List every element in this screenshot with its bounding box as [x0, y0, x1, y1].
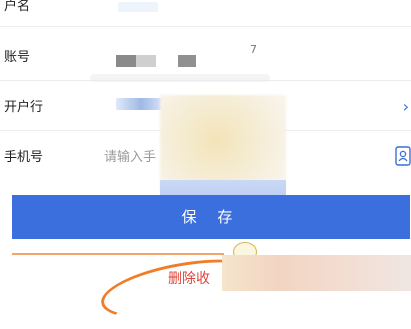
- account-name-row: 户名: [0, 0, 411, 20]
- masked-digits: [178, 55, 196, 67]
- contact-book-icon[interactable]: [395, 146, 411, 166]
- masked-digits: [136, 55, 156, 67]
- chevron-right-icon[interactable]: ›: [403, 98, 409, 116]
- bank-value: [116, 98, 166, 110]
- account-name-label: 户名: [4, 0, 31, 14]
- divider: [0, 80, 411, 81]
- account-number-fragment: 7: [250, 43, 257, 56]
- bank-label: 开户行: [4, 100, 44, 115]
- divider: [0, 26, 411, 27]
- masked-digits: [116, 55, 136, 67]
- phone-label: 手机号: [4, 150, 44, 165]
- delete-button[interactable]: 删除收: [168, 269, 210, 289]
- account-number-label: 账号: [4, 50, 31, 65]
- phone-input[interactable]: 请输入手: [104, 149, 156, 167]
- save-button[interactable]: 保 存: [12, 195, 410, 239]
- account-number-row[interactable]: 账号 7: [0, 40, 411, 82]
- blur-overlay: [222, 255, 411, 291]
- account-name-value: [118, 2, 158, 12]
